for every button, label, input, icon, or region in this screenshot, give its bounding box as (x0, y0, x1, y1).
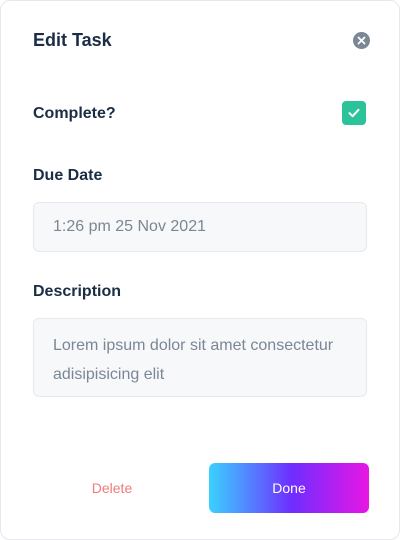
description-label: Description (33, 283, 122, 300)
complete-checkbox[interactable] (342, 101, 366, 125)
done-button[interactable]: Done (209, 463, 369, 513)
complete-label: Complete? (33, 105, 116, 122)
dialog-title: Edit Task (33, 30, 112, 50)
due-date-label: Due Date (33, 167, 103, 184)
close-button[interactable] (353, 32, 370, 49)
close-icon (357, 36, 366, 45)
delete-button[interactable]: Delete (33, 463, 191, 513)
description-field[interactable]: Lorem ipsum dolor sit amet consectetur a… (33, 318, 367, 397)
check-icon (348, 108, 360, 118)
edit-task-dialog: Edit Task Complete? Due Date 1:26 pm 25 … (0, 0, 400, 540)
due-date-field[interactable]: 1:26 pm 25 Nov 2021 (33, 202, 367, 252)
